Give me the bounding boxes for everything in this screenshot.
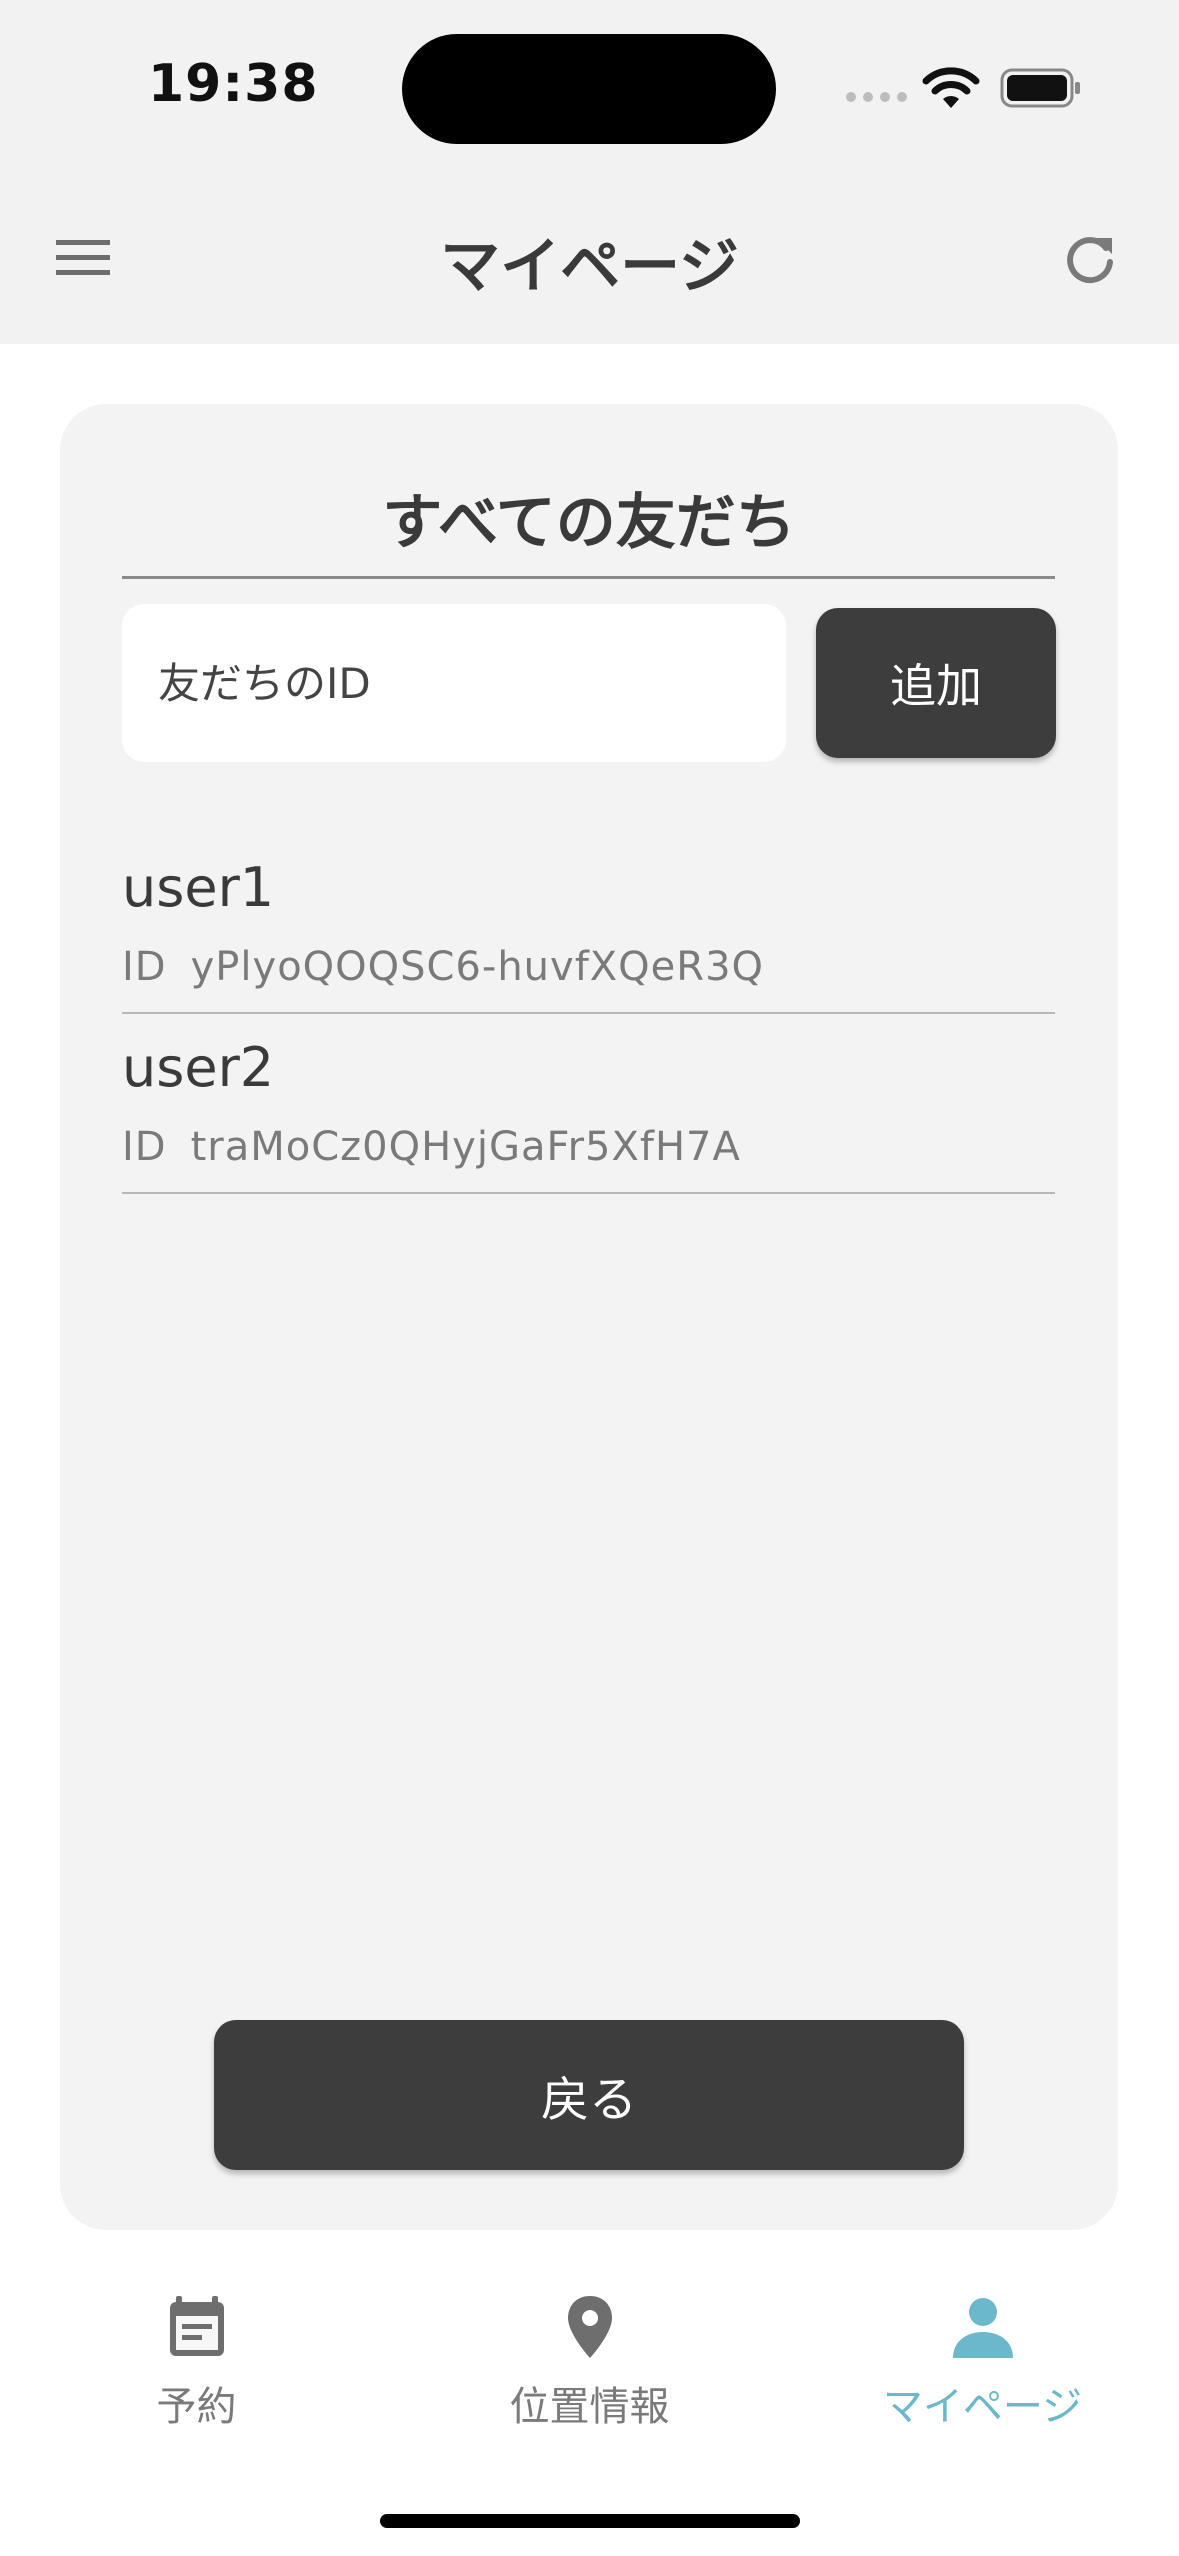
friend-list: user1 ID yPlyoQOQSC6-huvfXQeR3Q user2 ID t… — [122, 834, 1055, 1194]
back-button[interactable]: 戻る — [214, 2020, 964, 2170]
person-icon — [952, 2298, 1013, 2358]
nav-label-location: 位置情報 — [509, 2384, 670, 2430]
battery-icon — [1000, 68, 1080, 108]
page-title: マイページ — [440, 232, 739, 302]
dynamic-island — [402, 34, 776, 144]
nav-item-mypage[interactable]: マイページ — [786, 2262, 1179, 2462]
bottom-nav: 予約 位置情報 マイページ — [0, 2262, 1179, 2462]
friend-name: user1 — [122, 856, 275, 919]
wifi-icon — [922, 67, 980, 108]
nav-item-reservation[interactable]: 予約 — [0, 2262, 393, 2462]
friend-id-value: yPlyoQOQSC6-huvfXQeR3Q — [190, 944, 764, 990]
nav-item-location[interactable]: 位置情報 — [393, 2262, 786, 2462]
friends-card: すべての友だち 追加 user1 ID yPlyoQOQSC6-huvfXQeR3… — [60, 404, 1118, 2230]
friend-list-item[interactable]: user2 ID traMoCz0QHyjGaFr5XfH7A — [122, 1014, 1055, 1194]
refresh-icon[interactable] — [1062, 232, 1118, 288]
card-divider — [122, 576, 1055, 579]
top-area: 19:38 マイページ — [0, 0, 1179, 344]
friend-id-label: ID — [122, 944, 167, 990]
friend-id-row: ID traMoCz0QHyjGaFr5XfH7A — [122, 1124, 741, 1170]
status-time: 19:38 — [148, 54, 319, 114]
card-title: すべての友だち — [382, 488, 796, 558]
friend-id-label: ID — [122, 1124, 167, 1170]
friend-id-value: traMoCz0QHyjGaFr5XfH7A — [190, 1124, 741, 1170]
friend-name: user2 — [122, 1036, 275, 1099]
add-friend-button[interactable]: 追加 — [816, 608, 1056, 758]
location-pin-icon — [567, 2296, 612, 2358]
nav-label-reservation: 予約 — [156, 2384, 237, 2430]
friend-id-row: ID yPlyoQOQSC6-huvfXQeR3Q — [122, 944, 764, 990]
home-indicator[interactable] — [380, 2514, 800, 2528]
nav-label-mypage: マイページ — [882, 2384, 1083, 2430]
friend-list-item[interactable]: user1 ID yPlyoQOQSC6-huvfXQeR3Q — [122, 834, 1055, 1014]
cellular-signal-icon — [846, 92, 907, 102]
friend-id-input[interactable] — [122, 604, 786, 762]
calendar-icon — [169, 2296, 224, 2356]
